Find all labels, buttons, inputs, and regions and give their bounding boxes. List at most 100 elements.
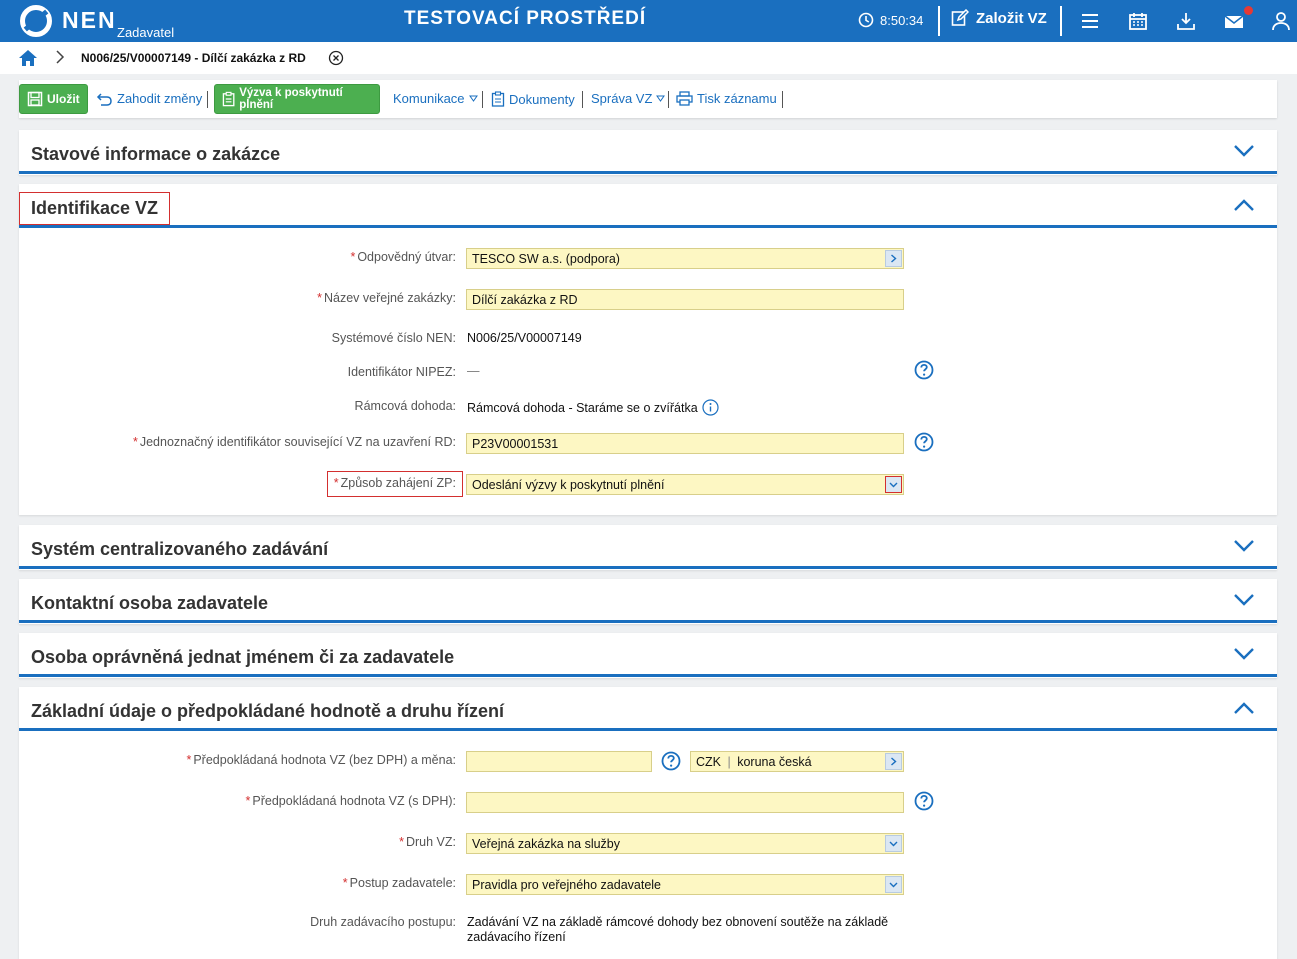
select-currency-button[interactable] — [885, 753, 902, 770]
estimated-value-input[interactable] — [466, 751, 652, 772]
documents-label: Dokumenty — [509, 91, 575, 107]
section-header[interactable]: Identifikace VZ — [19, 184, 1277, 228]
award-label: Druh zadávacího postupu: — [310, 915, 456, 929]
user-icon[interactable] — [1271, 11, 1291, 31]
section-title: Systém centralizovaného zadávání — [31, 539, 329, 559]
chevron-down-icon[interactable] — [1233, 144, 1255, 158]
save-button[interactable]: Uložit — [19, 84, 88, 114]
rd-identifier-input[interactable]: P23V00001531 — [466, 433, 904, 454]
chevron-up-icon[interactable] — [1233, 701, 1255, 715]
dropdown-button[interactable] — [885, 835, 902, 852]
responsible-unit-field[interactable]: TESCO SW a.s. (podpora) — [466, 248, 904, 269]
print-label: Tisk záznamu — [697, 91, 777, 106]
chevron-down-icon — [889, 482, 898, 487]
communication-menu[interactable]: Komunikace — [393, 91, 478, 106]
call-label: Výzva k poskytnutí plnění — [239, 87, 343, 111]
breadcrumb-current[interactable]: N006/25/V00007149 - Dílčí zakázka z RD — [81, 51, 306, 65]
home-icon[interactable] — [18, 49, 38, 67]
currency-code: CZK — [696, 755, 721, 769]
help-icon[interactable] — [661, 751, 681, 771]
action-toolbar: Uložit Zahodit změny Výzva k poskytnutí … — [19, 80, 1277, 118]
section-header[interactable]: Stavové informace o zakázce — [19, 130, 1277, 174]
menu-icon[interactable] — [1080, 11, 1100, 31]
section-status-info: Stavové informace o zakázce — [19, 130, 1277, 175]
vat-label: * Předpokládaná hodnota VZ (s DPH): — [245, 794, 456, 808]
chevron-down-icon — [889, 841, 898, 846]
download-icon[interactable] — [1176, 11, 1196, 31]
type-value: Veřejná zakázka na služby — [472, 837, 621, 851]
value-label: * Předpokládaná hodnota VZ (bez DPH) a mě… — [186, 753, 456, 767]
chevron-down-icon[interactable] — [1233, 539, 1255, 553]
divider — [938, 6, 940, 36]
session-clock: 8:50:34 — [858, 12, 923, 28]
chevron-right-icon — [891, 757, 897, 766]
procedure-label: * Postup zadavatele: — [342, 876, 456, 890]
framework-value[interactable]: Rámcová dohoda - Staráme se o zvířátka — [467, 401, 698, 415]
clock-icon — [858, 12, 874, 28]
dropdown-button[interactable] — [885, 876, 902, 893]
info-icon[interactable] — [702, 399, 719, 416]
method-label: * Způsob zahájení ZP: — [333, 476, 456, 490]
environment-title: TESTOVACÍ PROSTŘEDÍ — [404, 8, 647, 29]
section-header[interactable]: Kontaktní osoba zadavatele — [19, 579, 1277, 623]
award-value-line: zadávacího řízení — [467, 930, 566, 944]
clipboard-icon — [222, 91, 235, 107]
divider — [207, 91, 208, 108]
manage-vz-menu[interactable]: Správa VZ — [591, 91, 666, 106]
select-unit-button[interactable] — [885, 250, 902, 267]
print-record-link[interactable]: Tisk záznamu — [676, 91, 777, 106]
currency-name: koruna česká — [737, 755, 812, 769]
name-value: Dílčí zakázka z RD — [472, 293, 578, 307]
manage-label: Správa VZ — [591, 91, 653, 106]
nipez-label: Identifikátor NIPEZ: — [347, 365, 456, 379]
start-method-select[interactable]: Odeslání výzvy k poskytnutí plnění — [466, 474, 904, 495]
section-title: Osoba oprávněná jednat jménem či za zada… — [31, 647, 455, 667]
section-header[interactable]: Osoba oprávněná jednat jménem či za zada… — [19, 633, 1277, 677]
separator: | — [727, 755, 731, 769]
help-icon[interactable] — [914, 360, 934, 380]
section-header[interactable]: Systém centralizovaného zadávání — [19, 525, 1277, 569]
section-contact-person: Kontaktní osoba zadavatele — [19, 579, 1277, 624]
section-title: Stavové informace o zakázce — [31, 144, 281, 164]
mail-icon[interactable] — [1224, 11, 1244, 31]
help-icon[interactable] — [914, 791, 934, 811]
contract-type-select[interactable]: Veřejná zakázka na služby — [466, 833, 904, 854]
chevron-down-icon[interactable] — [1233, 593, 1255, 607]
estimated-value-vat-input[interactable] — [466, 792, 904, 813]
discard-label: Zahodit změny — [117, 91, 203, 106]
notification-dot — [1244, 6, 1253, 15]
calendar-icon[interactable] — [1128, 11, 1148, 31]
brand-name[interactable]: NEN — [62, 7, 117, 34]
framework-agreement: Rámcová dohoda - Staráme se o zvířátka — [467, 399, 719, 416]
section-title: Identifikace VZ — [31, 198, 159, 218]
chevron-right-icon — [891, 254, 897, 263]
system-number-value: N006/25/V00007149 — [467, 331, 582, 345]
chevron-down-icon[interactable] — [1233, 647, 1255, 661]
rd-id-label: * Jednoznačný identifikátor související V… — [132, 435, 456, 449]
divider — [668, 91, 669, 108]
contract-name-input[interactable]: Dílčí zakázka z RD — [466, 289, 904, 310]
rd-id-value: P23V00001531 — [472, 437, 559, 451]
communication-label: Komunikace — [393, 91, 465, 106]
method-value: Odeslání výzvy k poskytnutí plnění — [472, 478, 665, 492]
create-vz-label: Založit VZ — [976, 9, 1047, 27]
dropdown-button[interactable] — [885, 476, 902, 493]
section-header[interactable]: Základní údaje o předpokládané hodnotě a… — [19, 687, 1277, 731]
unit-value: TESCO SW a.s. (podpora) — [472, 252, 620, 266]
currency-select[interactable]: CZK | koruna česká — [690, 751, 904, 772]
section-identification: Identifikace VZ * Odpovědný útvar: TESCO … — [19, 184, 1277, 515]
documents-link[interactable]: Dokumenty — [491, 91, 575, 107]
undo-icon — [96, 92, 112, 106]
create-vz-button[interactable]: Založit VZ — [951, 9, 1047, 27]
printer-icon — [676, 91, 693, 106]
discard-changes-link[interactable]: Zahodit změny — [96, 91, 202, 106]
close-tab-icon[interactable] — [328, 50, 344, 66]
help-icon[interactable] — [914, 432, 934, 452]
call-for-performance-button[interactable]: Výzva k poskytnutí plnění — [214, 84, 380, 114]
triangle-down-icon — [656, 95, 666, 102]
procedure-select[interactable]: Pravidla pro veřejného zadavatele — [466, 874, 904, 895]
chevron-up-icon[interactable] — [1233, 198, 1255, 212]
nen-logo-icon[interactable] — [20, 5, 52, 37]
divider — [782, 91, 783, 108]
section-basic-value-data: Základní údaje o předpokládané hodnotě a… — [19, 687, 1277, 959]
